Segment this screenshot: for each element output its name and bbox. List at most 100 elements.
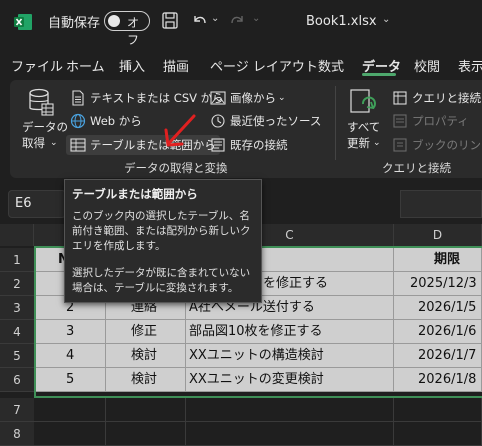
- get-data-label-2: 取得: [22, 136, 45, 150]
- cell-d3[interactable]: 2026/1/5: [394, 296, 482, 320]
- get-data-chevron-icon: ⌄: [50, 138, 58, 148]
- toggle-knob: [108, 15, 120, 27]
- column-header-d[interactable]: D: [394, 224, 482, 246]
- row-header-2[interactable]: 2: [0, 272, 34, 296]
- from-picture-label: 画像から: [230, 91, 276, 105]
- tooltip-description: このブック内の選択したテーブル、名 前付き範囲、または配列から新しいク エリを作…: [72, 210, 251, 252]
- ribbon-tabs: ファイル ホーム 挿入 描画 ページ レイアウト 数式 データ 校閲 表示: [0, 50, 482, 76]
- link-icon: [393, 138, 407, 152]
- existing-connections-label: 既存の接続: [230, 138, 288, 152]
- row-header-3[interactable]: 3: [0, 296, 34, 320]
- cell-b6[interactable]: 検討: [106, 368, 186, 392]
- recent-sources-button[interactable]: 最近使ったソース: [210, 111, 321, 131]
- file-name[interactable]: Book1.xlsx: [306, 14, 377, 29]
- recent-sources-label: 最近使ったソース: [230, 114, 322, 128]
- queries-connections-icon: [393, 91, 407, 105]
- cell-a6[interactable]: 5: [34, 368, 106, 392]
- text-file-icon: [72, 90, 84, 106]
- tab-view[interactable]: 表示: [458, 56, 482, 75]
- picture-icon: [210, 91, 226, 105]
- refresh-all-chevron-icon: ⌄: [373, 138, 381, 148]
- row-header-4[interactable]: 4: [0, 320, 34, 344]
- cell-b4[interactable]: 修正: [106, 320, 186, 344]
- properties-button[interactable]: プロパティ: [392, 111, 469, 131]
- tab-review[interactable]: 校閲: [414, 56, 440, 75]
- tooltip-title: テーブルまたは範囲から: [72, 187, 198, 201]
- table-icon: [70, 138, 86, 152]
- row-header-5[interactable]: 5: [0, 344, 34, 368]
- tab-draw[interactable]: 描画: [163, 56, 189, 75]
- excel-logo-icon: [14, 14, 32, 30]
- from-picture-button[interactable]: 画像から ⌄: [210, 88, 286, 108]
- active-tab-indicator: [362, 73, 396, 76]
- red-arrow-annotation-icon: [164, 114, 196, 147]
- row-header-1[interactable]: 1: [0, 248, 34, 272]
- cell-d6[interactable]: 2026/1/8: [394, 368, 482, 392]
- cell-d4[interactable]: 2026/1/6: [394, 320, 482, 344]
- save-icon[interactable]: [162, 12, 178, 29]
- cell-d7[interactable]: [394, 398, 482, 422]
- row-header-6[interactable]: 6: [0, 368, 34, 392]
- cell-d5[interactable]: 2026/1/7: [394, 344, 482, 368]
- cell-c8[interactable]: [186, 422, 394, 446]
- tab-insert[interactable]: 挿入: [119, 56, 145, 75]
- cell-a5[interactable]: 4: [34, 344, 106, 368]
- tooltip-note: 選択したデータが既に含まれていない 場合は、テーブルに変換されます。: [72, 267, 251, 294]
- filename-chevron-icon[interactable]: ⌄: [382, 14, 390, 25]
- cell-d1[interactable]: 期限: [394, 248, 482, 272]
- redo-dropdown-icon[interactable]: ⌄: [252, 13, 260, 24]
- get-data-button[interactable]: データの 取得 ⌄: [16, 86, 68, 156]
- database-icon: [29, 88, 54, 116]
- autosave-label: 自動保存: [48, 16, 101, 31]
- formula-input[interactable]: [400, 190, 482, 218]
- undo-icon[interactable]: [191, 12, 207, 29]
- queries-connections-button[interactable]: クエリと接続: [392, 88, 481, 108]
- tab-page-layout[interactable]: ページ レイアウト: [210, 56, 318, 75]
- cell-c5[interactable]: XXユニットの構造検討: [186, 344, 394, 368]
- autosave-toggle[interactable]: オフ: [104, 11, 150, 47]
- redo-icon[interactable]: [230, 12, 246, 29]
- tab-file[interactable]: ファイル: [11, 56, 63, 75]
- from-web-label: Web から: [90, 114, 142, 128]
- cell-b7[interactable]: [106, 398, 186, 422]
- edit-links-button[interactable]: ブックのリンク: [392, 135, 482, 155]
- row-header-8[interactable]: 8: [0, 422, 34, 446]
- select-all-corner[interactable]: [0, 224, 34, 246]
- tab-formulas[interactable]: 数式: [318, 56, 344, 75]
- cell-b5[interactable]: 検討: [106, 344, 186, 368]
- properties-label: プロパティ: [412, 114, 469, 128]
- get-data-label-1: データの: [22, 120, 68, 134]
- name-box[interactable]: E6: [8, 190, 66, 218]
- undo-dropdown-icon[interactable]: ⌄: [211, 13, 219, 24]
- cell-d2[interactable]: 2025/12/3: [394, 272, 482, 296]
- queries-group-label: クエリと接続: [382, 161, 451, 175]
- tab-home[interactable]: ホーム: [66, 56, 105, 75]
- cell-a4[interactable]: 3: [34, 320, 106, 344]
- cell-c6[interactable]: XXユニットの変更検討: [186, 368, 394, 392]
- from-text-csv-label: テキストまたは CSV から: [90, 91, 224, 105]
- cell-a8[interactable]: [34, 422, 106, 446]
- cell-b8[interactable]: [106, 422, 186, 446]
- from-picture-chevron-icon: ⌄: [278, 93, 286, 103]
- globe-icon: [70, 113, 86, 129]
- cell-d8[interactable]: [394, 422, 482, 446]
- cell-c4[interactable]: 部品図10枚を修正する: [186, 320, 394, 344]
- existing-connections-icon: [211, 138, 225, 152]
- queries-connections-label: クエリと接続: [412, 91, 481, 105]
- refresh-all-label-2: 更新: [347, 136, 370, 150]
- refresh-icon: [350, 89, 376, 113]
- tooltip: テーブルまたは範囲から このブック内の選択したテーブル、名 前付き範囲、または配…: [64, 179, 262, 303]
- row-header-7[interactable]: 7: [0, 398, 34, 422]
- get-transform-group-label: データの取得と変換: [124, 161, 228, 175]
- existing-connections-button[interactable]: 既存の接続: [210, 135, 288, 155]
- refresh-all-button[interactable]: すべて 更新 ⌄: [343, 86, 387, 156]
- autosave-state: オフ: [127, 16, 140, 47]
- properties-icon: [393, 114, 407, 128]
- from-text-csv-button[interactable]: テキストまたは CSV から: [70, 88, 224, 108]
- group-separator: [335, 86, 336, 160]
- refresh-all-label-1: すべて: [347, 120, 381, 134]
- from-web-button[interactable]: Web から: [70, 111, 142, 131]
- cell-c7[interactable]: [186, 398, 394, 422]
- name-box-value: E6: [15, 196, 32, 211]
- cell-a7[interactable]: [34, 398, 106, 422]
